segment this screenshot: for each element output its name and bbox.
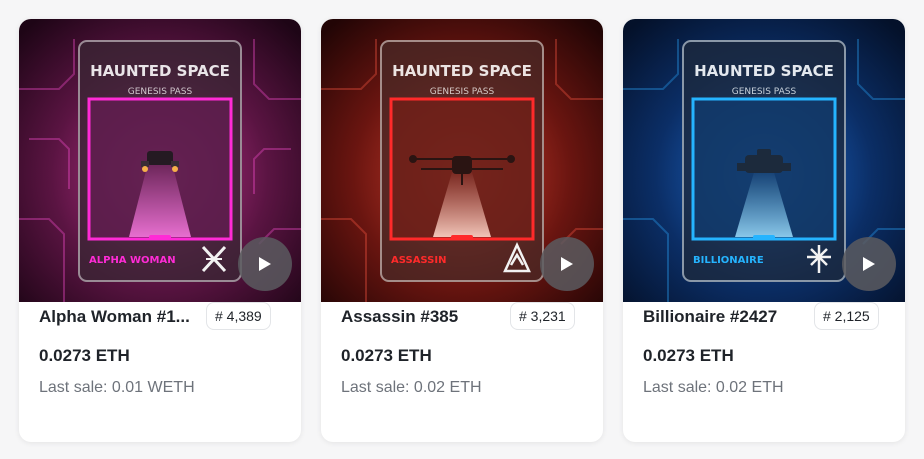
rank-badge: # 3,231	[510, 302, 575, 330]
card-header-subtitle: GENESIS PASS	[732, 87, 797, 97]
nft-name[interactable]: Billionaire #2427	[643, 307, 803, 327]
card-header-subtitle: GENESIS PASS	[128, 87, 193, 97]
nft-name[interactable]: Assassin #385	[341, 307, 501, 327]
play-icon	[259, 257, 271, 271]
card-header-title: HAUNTED SPACE	[392, 62, 532, 80]
nft-media[interactable]: HAUNTED SPACE GENESIS PASS ASSASSIN	[321, 19, 603, 302]
last-sale: Last sale: 0.02 ETH	[643, 379, 784, 396]
nft-price: 0.0273 ETH	[39, 346, 130, 365]
class-label: ALPHA WOMAN	[89, 255, 176, 266]
nft-name[interactable]: Alpha Woman #1...	[39, 307, 199, 327]
last-sale: Last sale: 0.02 ETH	[341, 379, 482, 396]
nft-media[interactable]: HAUNTED SPACE GENESIS PASS BILLIONAIRE	[623, 19, 905, 302]
class-label: BILLIONAIRE	[693, 255, 764, 266]
nft-grid: HAUNTED SPACE GENESIS PASS ALPHA WOMAN H…	[0, 0, 924, 459]
rank-badge: # 2,125	[814, 302, 879, 330]
class-label: ASSASSIN	[391, 255, 446, 266]
card-header-title: HAUNTED SPACE	[90, 62, 230, 80]
play-button[interactable]	[238, 237, 292, 291]
play-button[interactable]	[842, 237, 896, 291]
nft-price: 0.0273 ETH	[643, 346, 734, 365]
play-button[interactable]	[540, 237, 594, 291]
nft-price: 0.0273 ETH	[341, 346, 432, 365]
nft-media[interactable]: HAUNTED SPACE GENESIS PASS ALPHA WOMAN	[19, 19, 301, 302]
rank-badge: # 4,389	[206, 302, 271, 330]
card-header-subtitle: GENESIS PASS	[430, 87, 495, 97]
play-icon	[561, 257, 573, 271]
play-icon	[863, 257, 875, 271]
last-sale: Last sale: 0.01 WETH	[39, 379, 195, 396]
card-header-title: HAUNTED SPACE	[694, 62, 834, 80]
